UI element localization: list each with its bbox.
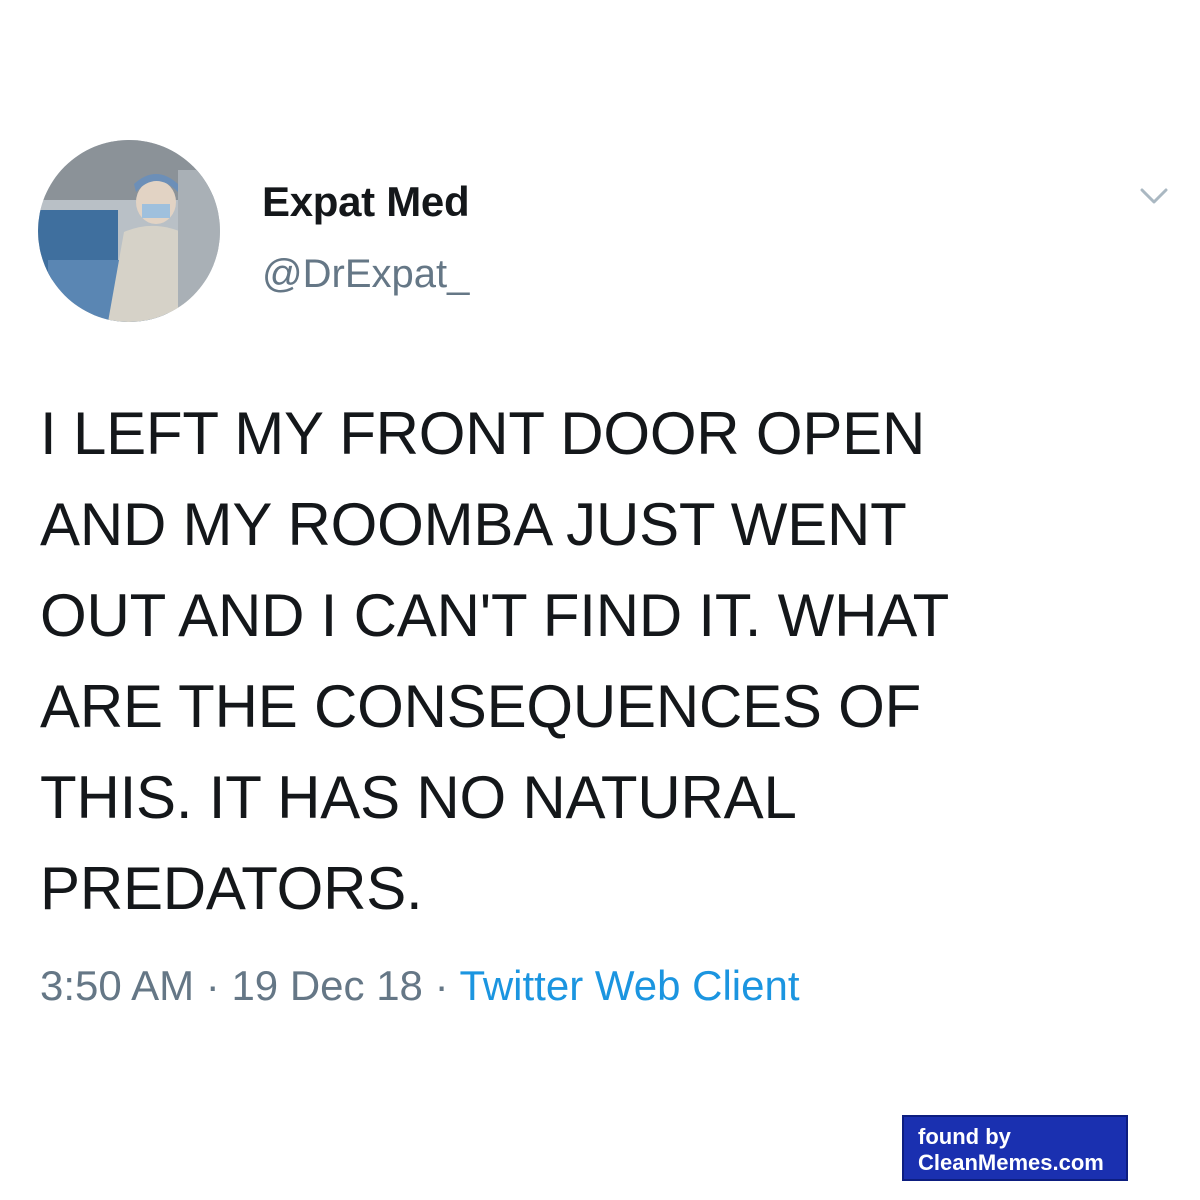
avatar[interactable] xyxy=(38,140,220,322)
tweet-time[interactable]: 3:50 AM xyxy=(40,962,194,1009)
watermark-line-1: found by xyxy=(918,1124,1011,1149)
tweet-source-link[interactable]: Twitter Web Client xyxy=(460,962,800,1009)
separator: · xyxy=(205,962,220,1009)
chevron-down-icon xyxy=(1140,188,1168,204)
tweet-card: Expat Med @DrExpat_ I LEFT MY FRONT DOOR… xyxy=(0,0,1200,1200)
tweet-date[interactable]: 19 Dec 18 xyxy=(231,962,422,1009)
tweet-text: I LEFT MY FRONT DOOR OPEN AND MY ROOMBA … xyxy=(40,400,950,922)
display-name[interactable]: Expat Med xyxy=(262,178,470,226)
user-handle[interactable]: @DrExpat_ xyxy=(262,252,469,297)
tweet-metadata: 3:50 AM · 19 Dec 18 · Twitter Web Client xyxy=(40,962,800,1010)
tweet-menu-button[interactable] xyxy=(1136,182,1172,210)
watermark-line-2: CleanMemes.com xyxy=(918,1150,1104,1175)
avatar-photo-icon xyxy=(38,140,220,322)
separator: · xyxy=(434,962,449,1009)
watermark-badge: found by CleanMemes.com xyxy=(902,1115,1128,1181)
